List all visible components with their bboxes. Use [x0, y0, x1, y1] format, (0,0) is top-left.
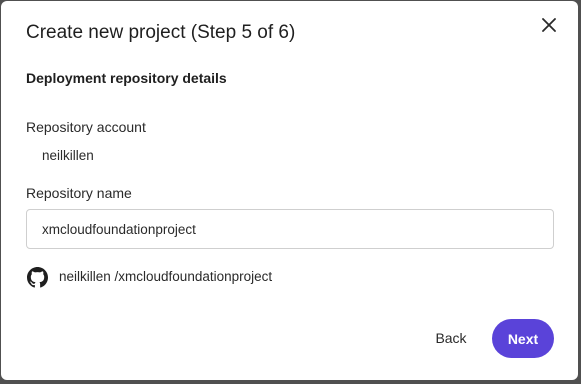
section-heading: Deployment repository details — [26, 70, 227, 86]
repository-account-value: neilkillen — [42, 148, 94, 163]
github-icon — [27, 266, 48, 288]
repository-path-row: neilkillen /xmcloudfoundationproject — [27, 266, 272, 288]
dialog-title: Create new project (Step 5 of 6) — [26, 22, 296, 43]
repository-path-text: neilkillen /xmcloudfoundationproject — [59, 269, 273, 284]
repository-name-input[interactable] — [26, 209, 554, 249]
close-icon — [542, 17, 556, 37]
create-project-dialog: Create new project (Step 5 of 6) Deploym… — [1, 1, 578, 380]
back-button[interactable]: Back — [419, 319, 483, 357]
repository-account-label: Repository account — [26, 119, 146, 135]
close-button[interactable] — [537, 15, 561, 39]
repository-name-label: Repository name — [26, 185, 132, 201]
next-button[interactable]: Next — [492, 319, 554, 358]
